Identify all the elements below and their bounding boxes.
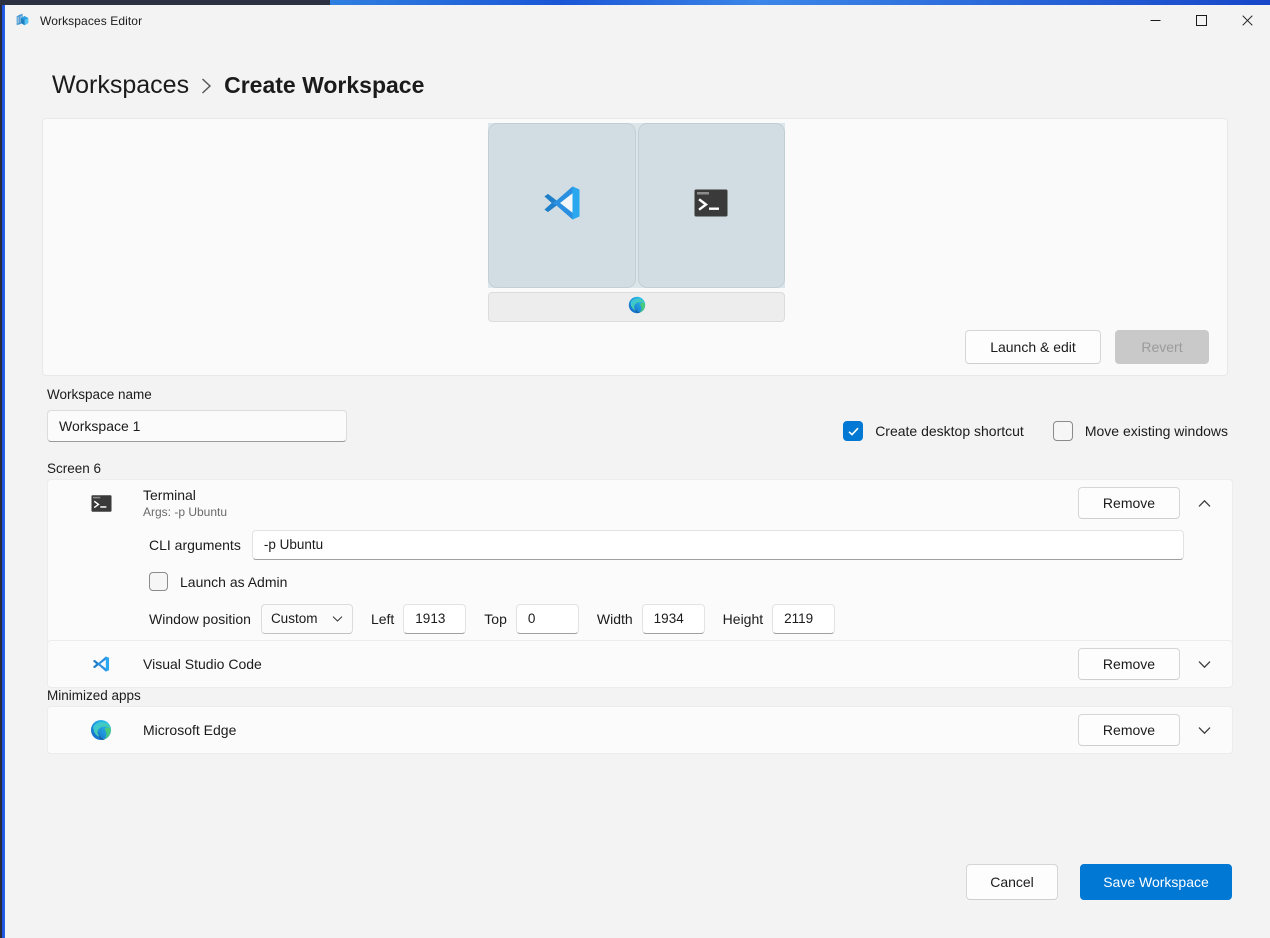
workspaces-editor-window: Workspaces Editor Workspaces Create Work… bbox=[5, 5, 1270, 938]
app-actions-vscode: Remove bbox=[1078, 648, 1222, 680]
monitor-window-row bbox=[488, 123, 785, 288]
window-title: Workspaces Editor bbox=[40, 14, 142, 28]
app-header-edge[interactable]: Microsoft Edge Remove bbox=[48, 707, 1232, 753]
cancel-button[interactable]: Cancel bbox=[966, 864, 1058, 900]
left-input[interactable] bbox=[403, 604, 466, 634]
edge-icon bbox=[628, 296, 646, 319]
revert-button[interactable]: Revert bbox=[1115, 330, 1209, 364]
title-bar: Workspaces Editor bbox=[5, 5, 1270, 36]
workspace-name-input[interactable] bbox=[47, 410, 347, 442]
top-input[interactable] bbox=[516, 604, 579, 634]
launch-as-admin-row: Launch as Admin bbox=[48, 563, 1232, 600]
app-actions-terminal: Remove bbox=[1078, 487, 1222, 519]
terminal-icon bbox=[90, 492, 112, 514]
app-header-vscode[interactable]: Visual Studio Code Remove bbox=[48, 641, 1232, 687]
vscode-icon bbox=[538, 179, 586, 232]
app-card-terminal: Terminal Args: -p Ubuntu Remove CLI argu… bbox=[47, 479, 1233, 652]
launch-as-admin-label: Launch as Admin bbox=[180, 574, 287, 590]
remove-button-vscode[interactable]: Remove bbox=[1078, 648, 1180, 680]
preview-actions: Launch & edit Revert bbox=[965, 330, 1209, 364]
chevron-up-icon[interactable] bbox=[1186, 487, 1222, 519]
workspace-preview-panel: Launch & edit Revert bbox=[42, 118, 1228, 376]
workspace-name-label: Workspace name bbox=[47, 387, 152, 402]
width-label: Width bbox=[597, 611, 633, 627]
save-workspace-button[interactable]: Save Workspace bbox=[1080, 864, 1232, 900]
workspaces-stack-icon bbox=[14, 12, 31, 29]
preview-window-vscode[interactable] bbox=[488, 123, 636, 288]
workspace-options: Create desktop shortcut Move existing wi… bbox=[843, 421, 1228, 441]
screen-section-label: Screen 6 bbox=[47, 461, 101, 476]
title-bar-left: Workspaces Editor bbox=[5, 12, 142, 29]
window-controls bbox=[1132, 5, 1270, 36]
launch-and-edit-button[interactable]: Launch & edit bbox=[965, 330, 1101, 364]
maximize-icon[interactable] bbox=[1178, 5, 1224, 36]
checkbox-box bbox=[843, 421, 863, 441]
vscode-icon bbox=[90, 653, 112, 675]
chevron-down-icon bbox=[332, 611, 343, 626]
breadcrumb: Workspaces Create Workspace bbox=[5, 36, 1270, 108]
app-text-edge: Microsoft Edge bbox=[143, 722, 236, 739]
cli-arguments-label: CLI arguments bbox=[149, 537, 241, 553]
window-position-select[interactable]: Custom bbox=[261, 604, 353, 634]
chevron-down-icon[interactable] bbox=[1186, 648, 1222, 680]
create-desktop-shortcut-label: Create desktop shortcut bbox=[875, 423, 1024, 439]
footer-actions: Cancel Save Workspace bbox=[966, 864, 1232, 900]
app-details-terminal: CLI arguments Launch as Admin Window pos… bbox=[48, 526, 1232, 651]
app-args-summary: Args: -p Ubuntu bbox=[143, 505, 227, 520]
close-icon[interactable] bbox=[1224, 5, 1270, 36]
create-desktop-shortcut-checkbox[interactable]: Create desktop shortcut bbox=[843, 421, 1024, 441]
move-existing-windows-checkbox[interactable]: Move existing windows bbox=[1053, 421, 1228, 441]
cli-arguments-row: CLI arguments bbox=[48, 526, 1232, 563]
breadcrumb-root-link[interactable]: Workspaces bbox=[52, 71, 189, 100]
preview-minimized-bar bbox=[488, 292, 785, 322]
checkbox-box bbox=[149, 572, 168, 591]
terminal-icon bbox=[694, 189, 728, 222]
chevron-down-icon[interactable] bbox=[1186, 714, 1222, 746]
app-name: Visual Studio Code bbox=[143, 656, 262, 673]
window-position-value: Custom bbox=[271, 612, 318, 626]
app-card-vscode: Visual Studio Code Remove bbox=[47, 640, 1233, 688]
app-text-terminal: Terminal Args: -p Ubuntu bbox=[143, 487, 227, 520]
height-label: Height bbox=[723, 611, 763, 627]
move-existing-windows-label: Move existing windows bbox=[1085, 423, 1228, 439]
left-label: Left bbox=[371, 611, 394, 627]
page-title: Create Workspace bbox=[224, 72, 424, 99]
launch-as-admin-checkbox[interactable]: Launch as Admin bbox=[149, 572, 287, 591]
minimized-apps-label: Minimized apps bbox=[47, 688, 141, 703]
edge-icon bbox=[90, 719, 112, 741]
cli-arguments-input[interactable] bbox=[252, 530, 1184, 560]
monitor-preview bbox=[488, 119, 785, 325]
app-card-edge: Microsoft Edge Remove bbox=[47, 706, 1233, 754]
app-text-vscode: Visual Studio Code bbox=[143, 656, 262, 673]
preview-window-terminal[interactable] bbox=[638, 123, 786, 288]
height-input[interactable] bbox=[772, 604, 835, 634]
app-actions-edge: Remove bbox=[1078, 714, 1222, 746]
remove-button-terminal[interactable]: Remove bbox=[1078, 487, 1180, 519]
width-input[interactable] bbox=[642, 604, 705, 634]
remove-button-edge[interactable]: Remove bbox=[1078, 714, 1180, 746]
top-label: Top bbox=[484, 611, 507, 627]
app-header-terminal[interactable]: Terminal Args: -p Ubuntu Remove bbox=[48, 480, 1232, 526]
app-name: Terminal bbox=[143, 487, 227, 504]
app-name: Microsoft Edge bbox=[143, 722, 236, 739]
window-position-row: Window position Custom Left Top Width He… bbox=[48, 600, 1232, 637]
minimize-icon[interactable] bbox=[1132, 5, 1178, 36]
checkbox-box bbox=[1053, 421, 1073, 441]
chevron-right-icon bbox=[201, 77, 212, 95]
window-position-label: Window position bbox=[149, 611, 251, 627]
